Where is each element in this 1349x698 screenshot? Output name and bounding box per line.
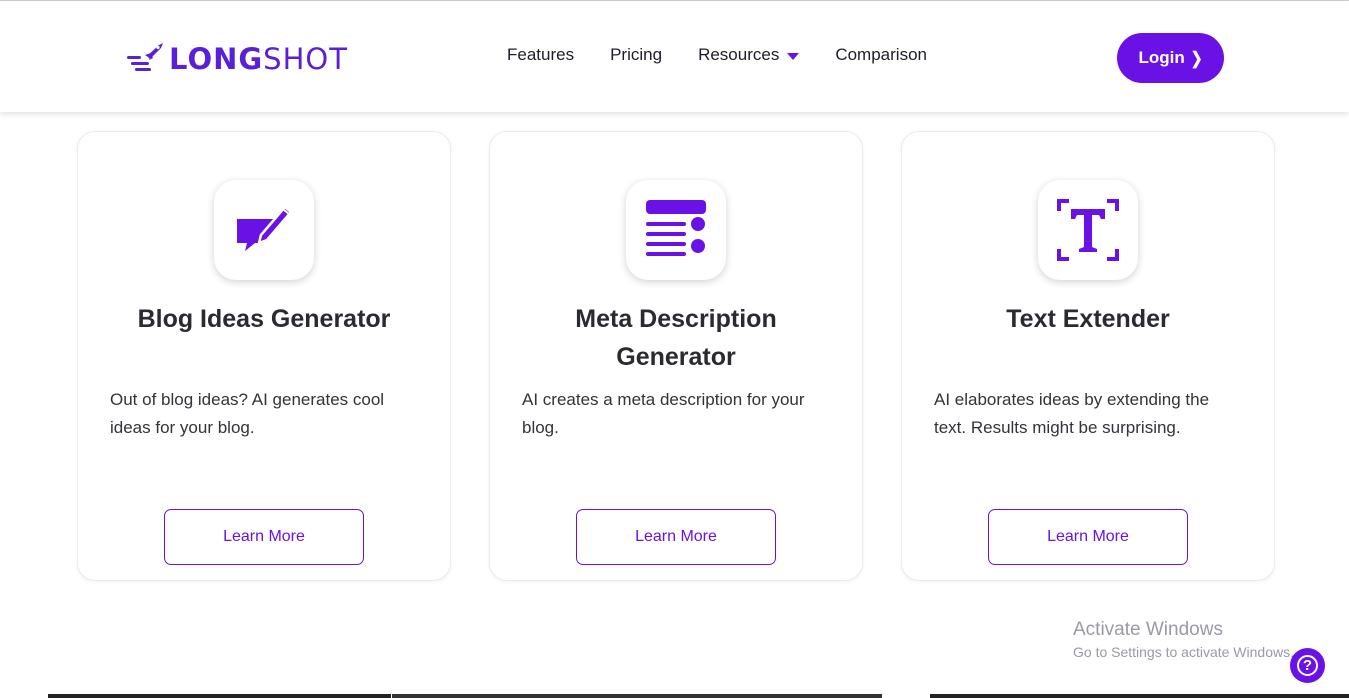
card-title: Blog Ideas Generator [137, 305, 391, 333]
nav-item-comparison[interactable]: Comparison [835, 45, 927, 65]
login-button[interactable]: Login ❯ [1117, 33, 1224, 83]
tool-card-blog-ideas: Blog Ideas Generator Out of blog ideas? … [77, 131, 451, 581]
learn-more-button[interactable]: Learn More [164, 509, 364, 565]
nav-item-label: Pricing [610, 45, 663, 64]
card-icon-box [626, 180, 726, 280]
learn-more-label: Learn More [635, 528, 717, 545]
login-label: Login [1138, 48, 1185, 67]
nav-item-features[interactable]: Features [507, 45, 574, 65]
nav-item-label: Features [507, 45, 575, 64]
nav-item-label: Comparison [835, 45, 927, 64]
learn-more-button[interactable]: Learn More [576, 509, 776, 565]
activate-windows-title: Activate Windows [1073, 619, 1223, 640]
card-title: Text Extender [1006, 305, 1170, 333]
logo-text-bold: LONG [169, 42, 264, 76]
text-lines-icon [646, 200, 706, 256]
rocket-lines-icon [127, 43, 163, 71]
site-header: LONGSHOT Features Pricing Resources Comp… [0, 1, 1349, 112]
nav-item-label: Resources [698, 45, 780, 64]
help-button[interactable]: ? [1290, 648, 1325, 683]
nav-item-resources[interactable]: Resources [698, 45, 800, 65]
tool-card-text-extender: Text Extender AI elaborates ideas by ext… [901, 131, 1275, 581]
learn-more-button[interactable]: Learn More [988, 509, 1188, 565]
tool-card-meta-description: Meta Description Generator AI creates a … [489, 131, 863, 581]
card-description: Out of blog ideas? AI generates cool ide… [110, 390, 385, 437]
card-icon-box [1038, 180, 1138, 280]
card-title: Meta Description Generator [575, 305, 777, 371]
logo-text: LONGSHOT [169, 42, 348, 76]
card-icon-box [214, 180, 314, 280]
learn-more-label: Learn More [223, 528, 305, 545]
caret-down-icon [787, 53, 800, 60]
card-description: AI elaborates ideas by extending the tex… [934, 390, 1210, 437]
main-nav: Features Pricing Resources Comparison [507, 45, 963, 65]
text-frame-icon [1057, 199, 1119, 261]
chevron-right-icon: ❯ [1190, 47, 1203, 67]
activate-windows-subtitle: Go to Settings to activate Windows. [1073, 644, 1294, 660]
question-mark-icon: ? [1297, 655, 1318, 676]
card-description: AI creates a meta description for your b… [522, 390, 805, 437]
nav-item-pricing[interactable]: Pricing [610, 45, 662, 65]
edit-message-icon [237, 205, 293, 251]
logo[interactable]: LONGSHOT [125, 41, 348, 77]
bottom-strip [392, 694, 882, 698]
logo-text-light: SHOT [263, 42, 348, 76]
bottom-strip [930, 694, 1349, 698]
bottom-strip [48, 694, 391, 698]
learn-more-label: Learn More [1047, 528, 1129, 545]
